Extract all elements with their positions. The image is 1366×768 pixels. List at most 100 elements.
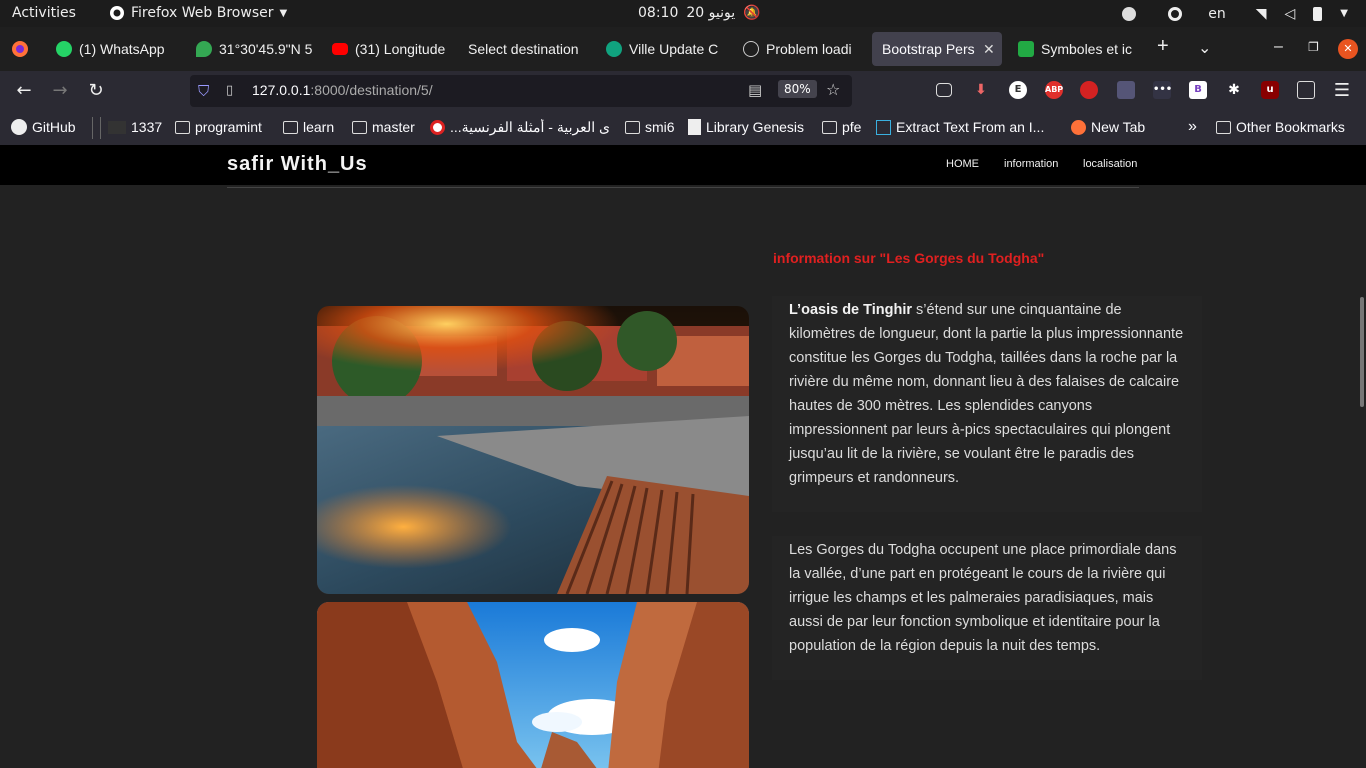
map-pin-icon bbox=[196, 41, 212, 57]
extensions-puzzle-icon[interactable] bbox=[1297, 81, 1315, 99]
separator bbox=[100, 117, 101, 139]
bookmark-new-tab[interactable]: New Tab bbox=[1071, 119, 1145, 135]
activities-button[interactable]: Activities bbox=[12, 5, 76, 21]
folder-icon bbox=[625, 120, 640, 134]
bookmark-1337[interactable]: 1337 bbox=[108, 119, 162, 135]
nav-toolbar: ← → ↻ ⛉ ▯ 127.0.0.1:8000/destination/5/ … bbox=[0, 71, 1366, 111]
bookmark-arabic[interactable]: ...ى العربية - أمثلة الفرنسية bbox=[430, 119, 616, 136]
bookmark-extract-text[interactable]: Extract Text From an I... bbox=[876, 119, 1044, 135]
system-tray[interactable]: en ◥ ◁ ▼ bbox=[1122, 0, 1366, 27]
bookmark-star-icon[interactable]: ☆ bbox=[826, 80, 840, 99]
forward-arrow-icon[interactable]: → bbox=[49, 80, 71, 101]
site-icon bbox=[430, 120, 445, 135]
reader-view-icon[interactable]: ▤ bbox=[748, 81, 762, 99]
site-icon bbox=[688, 119, 701, 135]
hand-ext-icon[interactable] bbox=[1080, 81, 1098, 99]
tab-select-destination[interactable]: Select destination bbox=[458, 32, 594, 66]
tab-maps[interactable]: 31°30'45.9"N 5 bbox=[186, 32, 322, 66]
tab-symboles[interactable]: Symboles et ic bbox=[1008, 32, 1144, 66]
bookmark-github[interactable]: GitHub bbox=[11, 119, 76, 135]
clock[interactable]: 08:10 20 يونيو 🔕 bbox=[638, 5, 761, 21]
todgha-night-photo bbox=[317, 306, 749, 594]
google-sheets-icon bbox=[1018, 41, 1034, 57]
site-icon bbox=[108, 120, 126, 134]
second-paragraph: Les Gorges du Todgha occupent une place … bbox=[772, 536, 1202, 680]
new-tab-icon[interactable]: + bbox=[1157, 35, 1169, 58]
back-arrow-icon[interactable]: ← bbox=[13, 80, 35, 101]
firefox-icon bbox=[1071, 119, 1086, 135]
tab-whatsapp[interactable]: (1) WhatsApp bbox=[46, 32, 186, 66]
tab-problem-loading[interactable]: Problem loadi bbox=[733, 32, 869, 66]
chevron-right-icon[interactable]: » bbox=[1188, 118, 1197, 136]
divider bbox=[227, 187, 1139, 188]
battery-icon bbox=[1313, 6, 1323, 21]
site-icon bbox=[876, 119, 891, 135]
close-tab-icon[interactable]: ✕ bbox=[983, 41, 995, 58]
firefox-icon bbox=[110, 6, 124, 20]
whatsapp-icon bbox=[56, 41, 72, 57]
app-name: Firefox Web Browser bbox=[131, 5, 274, 21]
bookmark-other[interactable]: Other Bookmarks bbox=[1216, 119, 1345, 135]
ext-e-icon[interactable]: E bbox=[1009, 81, 1027, 99]
dots-ext-icon[interactable]: ••• bbox=[1153, 81, 1172, 99]
folder-icon bbox=[283, 120, 298, 134]
github-icon bbox=[11, 119, 27, 135]
record-icon bbox=[1168, 6, 1183, 21]
notification-off-icon: 🔕 bbox=[743, 5, 761, 21]
shield-icon[interactable]: ⛉ bbox=[198, 82, 209, 100]
wifi-icon: ◥ bbox=[1255, 5, 1267, 22]
volume-icon: ◁ bbox=[1284, 5, 1296, 22]
url-bar[interactable]: ⛉ ▯ 127.0.0.1:8000/destination/5/ ▤ 80% … bbox=[190, 75, 852, 107]
ext-b-icon[interactable]: B bbox=[1189, 81, 1207, 99]
info-icon bbox=[743, 41, 759, 57]
user-icon bbox=[1122, 6, 1137, 21]
web-page: safir With_Us HOME information localisat… bbox=[0, 145, 1366, 768]
folder-icon bbox=[352, 120, 367, 134]
clock-time: 08:10 bbox=[638, 5, 679, 21]
youtube-icon bbox=[332, 43, 348, 55]
tab-bootstrap-active[interactable]: Bootstrap Pers ✕ bbox=[872, 32, 1002, 66]
chevron-down-icon: ▼ bbox=[279, 7, 288, 19]
reload-icon[interactable]: ↻ bbox=[85, 80, 107, 101]
zoom-level[interactable]: 80% bbox=[778, 80, 817, 98]
list-all-tabs-icon[interactable]: ⌄ bbox=[1198, 38, 1211, 58]
tab-chatgpt[interactable]: Ville Update C bbox=[596, 32, 732, 66]
language-indicator[interactable]: en bbox=[1208, 6, 1226, 22]
page-title: information sur "Les Gorges du Todgha" bbox=[773, 250, 1045, 266]
tab-youtube[interactable]: (31) Longitude bbox=[322, 32, 458, 66]
close-window-icon[interactable]: ✕ bbox=[1338, 39, 1358, 59]
bookmark-library-genesis[interactable]: Library Genesis bbox=[688, 119, 804, 135]
glasses-ext-icon[interactable] bbox=[1117, 81, 1135, 99]
url-text[interactable]: 127.0.0.1:8000/destination/5/ bbox=[252, 82, 433, 98]
adblock-plus-icon[interactable]: ABP bbox=[1045, 81, 1063, 99]
bookmark-master[interactable]: master bbox=[352, 119, 415, 135]
download-icon[interactable]: ⬇ bbox=[972, 81, 990, 99]
bookmark-programint[interactable]: programint bbox=[175, 119, 262, 135]
folder-icon bbox=[1216, 120, 1231, 134]
todgha-canyon-photo bbox=[317, 602, 749, 768]
system-top-bar: Activities Firefox Web Browser ▼ 08:10 2… bbox=[0, 0, 1366, 27]
bookmark-pfe[interactable]: pfe bbox=[822, 119, 861, 135]
page-scrollbar[interactable] bbox=[1360, 297, 1364, 407]
page-icon: ▯ bbox=[226, 83, 234, 98]
bookmarks-bar: GitHub 1337 programint learn master ...ى… bbox=[0, 111, 1366, 145]
app-menu[interactable]: Firefox Web Browser ▼ bbox=[109, 5, 287, 21]
pocket-icon[interactable] bbox=[936, 83, 952, 97]
nav-localisation-link[interactable]: localisation bbox=[1083, 158, 1137, 170]
intro-paragraph: L’oasis de Tinghir s’étend sur une cinqu… bbox=[772, 296, 1202, 512]
nav-information-link[interactable]: information bbox=[1004, 158, 1058, 170]
maximize-icon[interactable]: ❐ bbox=[1308, 40, 1319, 54]
folder-icon bbox=[175, 120, 190, 134]
bookmark-smi6[interactable]: smi6 bbox=[625, 119, 675, 135]
tab-strip: (1) WhatsApp 31°30'45.9"N 5 (31) Longitu… bbox=[0, 27, 1366, 71]
ublock-icon[interactable]: u bbox=[1261, 81, 1279, 99]
minimize-icon[interactable]: – bbox=[1274, 38, 1283, 56]
bookmark-learn[interactable]: learn bbox=[283, 119, 334, 135]
nav-home-link[interactable]: HOME bbox=[946, 158, 979, 170]
separator bbox=[92, 117, 93, 139]
firefox-view-icon[interactable] bbox=[11, 40, 29, 58]
hamburger-menu-icon[interactable]: ☰ bbox=[1331, 80, 1353, 101]
site-brand[interactable]: safir With_Us bbox=[227, 153, 368, 176]
paw-ext-icon[interactable]: ✱ bbox=[1225, 81, 1243, 99]
clock-date: 20 يونيو bbox=[686, 5, 736, 21]
